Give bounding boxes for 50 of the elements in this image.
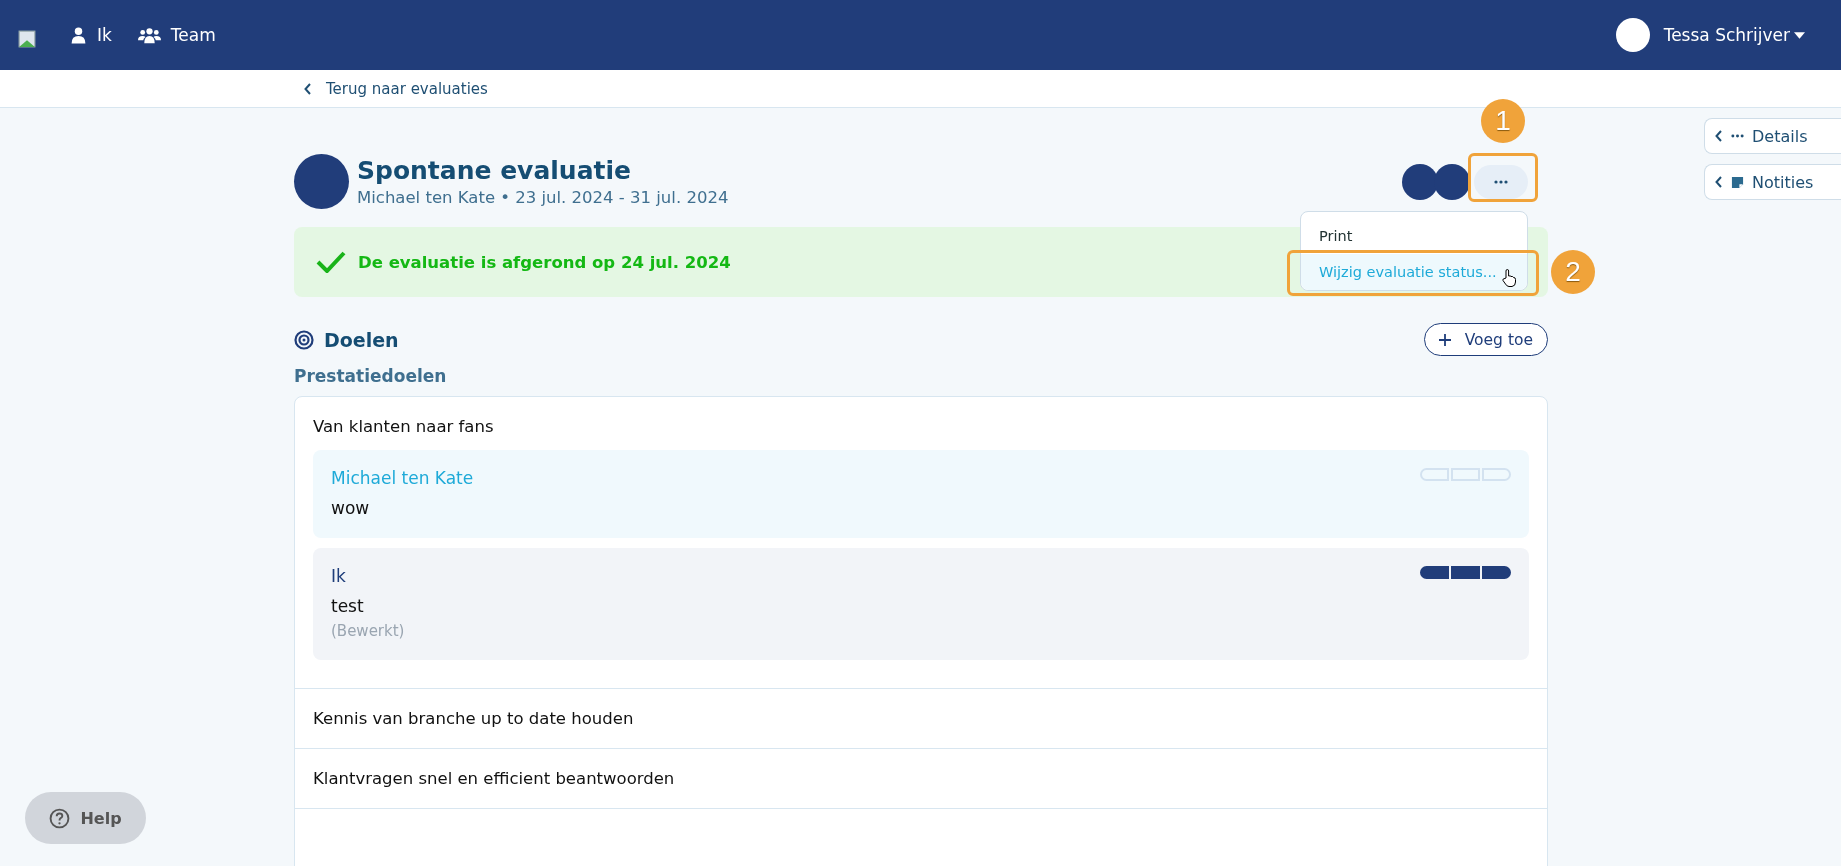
hand-cursor-icon [1502,268,1516,287]
avatar [1615,18,1650,52]
more-button[interactable] [1474,164,1528,199]
rating-segment [1451,566,1480,579]
note-icon [1731,175,1744,189]
goal-title[interactable]: Van klanten naar fans [295,397,1547,450]
help-button[interactable]: Help [25,792,146,844]
goal-title[interactable]: Kennis van branche up to date houden [295,689,1547,748]
rating-segment [1420,566,1449,579]
add-button[interactable]: Voeg toe [1423,323,1548,356]
rating-segment [1482,566,1511,579]
rating-segment [1482,468,1511,481]
banner-text: De evaluatie is afgerond op 24 jul. 2024 [358,252,731,272]
edited-note: (Bewerkt) [331,622,406,640]
avatar [1434,163,1470,200]
more-icon [1731,134,1744,138]
chevron-left-icon [1715,130,1723,142]
nav-link[interactable]: Team [137,25,216,45]
back-link[interactable]: Terug naar evaluaties [304,79,488,98]
chevron-left-icon [1715,176,1723,188]
side-panel-tab[interactable]: Details [1704,118,1841,154]
author-name: Michael ten Kate [331,468,474,488]
menu-item[interactable]: Print [1301,217,1527,254]
step-number: 2 [1551,249,1595,294]
section-title: Doelen [324,328,399,351]
caret-icon [1794,31,1805,39]
person-icon [70,26,87,44]
checkmark-icon [316,251,346,273]
review-text: wow [331,498,371,518]
avatar [294,154,349,209]
avatar [1402,163,1438,200]
rating-segment [1420,468,1449,481]
nav-link[interactable]: Ik [70,25,112,45]
subsection-title: Prestatiedoelen [294,366,448,386]
broken-image-icon [18,30,36,48]
chevron-left-icon [304,82,312,95]
review-text: test [331,596,365,616]
target-icon [294,329,314,350]
subtitle: Michael ten Kate • 23 jul. 2024 - 31 jul. 2024 [357,188,729,207]
author-name: Ik [331,566,346,586]
help-icon [49,807,71,829]
plus-icon [1438,333,1451,346]
people-icon [137,26,161,44]
user-menu[interactable]: Tessa Schrijver [1615,18,1805,52]
highlight-frame [1468,152,1538,202]
goal-title[interactable]: Klantvragen snel en efficient beantwoorden [295,749,1547,808]
rating-segment [1451,468,1480,481]
page-title: Spontane evaluatie [357,156,632,185]
more-icon [1494,179,1508,184]
side-panel-tab[interactable]: Notities [1704,164,1841,200]
